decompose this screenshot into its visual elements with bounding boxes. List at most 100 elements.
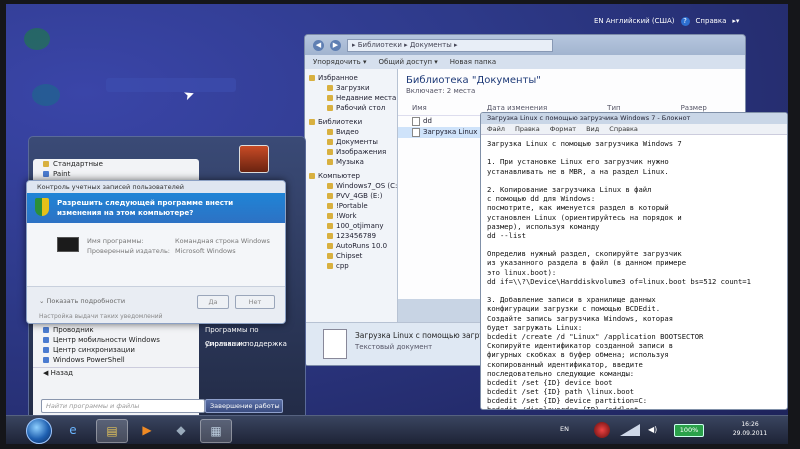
tray-language[interactable]: EN (560, 425, 569, 433)
text-line: с помощью dd для Windows: (487, 194, 596, 204)
notepad-window: Загрузка Linux с помощью загрузчика Wind… (480, 112, 788, 410)
text-line: будет загружать Linux: (487, 322, 583, 332)
forward-arrow-icon[interactable]: ▶ (330, 39, 341, 51)
help-icon[interactable]: ? (680, 16, 690, 26)
user-picture[interactable] (239, 145, 269, 173)
text-line: установлен Linux (ориентируйтесь на поря… (487, 212, 682, 222)
start-button[interactable] (26, 418, 52, 444)
nav-item[interactable]: !Portable (305, 201, 397, 211)
nav-item[interactable]: Изображения (305, 147, 397, 157)
folder-icon (327, 203, 333, 209)
text-file-icon (412, 127, 420, 137)
text-line: посмотрите, как именуется раздел в котор… (487, 203, 669, 213)
library-subtitle[interactable]: Включает: 2 места (398, 86, 745, 96)
shutdown-button[interactable]: Завершение работы ▸ (205, 399, 283, 421)
nav-item[interactable]: Избранное (305, 73, 397, 83)
nav-item[interactable]: Загрузки (305, 83, 397, 93)
nav-item[interactable]: Chipset (305, 251, 397, 261)
menu-format[interactable]: Формат (550, 124, 576, 134)
details-file-type: Текстовый документ (355, 343, 433, 351)
desktop-icon[interactable] (32, 84, 60, 106)
ie-icon: e (69, 423, 77, 437)
back-label: Назад (50, 369, 74, 377)
address-path[interactable]: ▸ Библиотеки ▸ Документы ▸ (347, 38, 553, 52)
yes-button[interactable]: Да (197, 295, 229, 309)
text-line: конфигурации загрузки с помощью BCDEdit. (487, 304, 661, 314)
nav-item[interactable]: Видео (305, 127, 397, 137)
text-line: из указанного раздела в файл (в данном п… (487, 258, 687, 268)
desktop-icon[interactable] (24, 28, 50, 50)
nav-item[interactable]: Рабочий стол (305, 103, 397, 113)
file-name: dd (423, 117, 432, 125)
program-icon (43, 327, 49, 333)
no-button[interactable]: Нет (235, 295, 275, 309)
nav-item[interactable]: cpp (305, 261, 397, 271)
langbar-options-icon[interactable]: ▸▾ (732, 17, 739, 25)
back-arrow-icon[interactable]: ◀ (313, 39, 324, 51)
toolbar-share[interactable]: Общий доступ ▾ (379, 58, 438, 66)
nav-item[interactable]: Недавние места (305, 93, 397, 103)
clock[interactable]: 16:26 29.09.2011 (724, 420, 776, 438)
uac-question: Разрешить следующей программе внести изм… (57, 198, 234, 217)
taskbar-media-player[interactable]: ▶ (132, 419, 162, 441)
menu-help[interactable]: Справка (609, 124, 638, 134)
program-label: Paint (53, 170, 71, 178)
help-support-link[interactable]: Справка и поддержка (205, 337, 301, 351)
help-label[interactable]: Справка (696, 17, 727, 25)
taskbar-ie[interactable]: e (58, 419, 88, 441)
nav-item[interactable]: Компьютер (305, 171, 397, 181)
menu-edit[interactable]: Правка (515, 124, 540, 134)
nav-item[interactable]: Библиотеки (305, 117, 397, 127)
taskbar-explorer[interactable]: ▤ (96, 419, 128, 443)
program-paint[interactable]: Paint (33, 169, 199, 179)
back-arrow-icon: ◀ (43, 369, 51, 377)
toolbar-new-folder[interactable]: Новая папка (450, 58, 496, 66)
network-icon[interactable] (594, 422, 610, 438)
nav-item[interactable]: Windows7_OS (C:) (305, 181, 400, 191)
signal-strength-icon[interactable] (620, 424, 640, 436)
nav-item-label: Рабочий стол (336, 104, 386, 112)
menu-view[interactable]: Вид (586, 124, 599, 134)
nav-item-label: cpp (336, 262, 349, 270)
nav-item[interactable]: AutoRuns 10.0 (305, 241, 397, 251)
text-line: Определив нужный раздел, скопируйте загр… (487, 249, 682, 259)
program-item[interactable]: Проводник (33, 325, 199, 335)
notepad-text-area[interactable]: Загрузка Linux с помощью загрузчика Wind… (481, 135, 787, 409)
nav-item-label: !Portable (336, 202, 368, 210)
back-button[interactable]: ◀ Назад (33, 367, 199, 378)
uac-settings-link[interactable]: Настройка выдачи таких уведомлений (39, 313, 163, 320)
program-item[interactable]: Центр синхронизации (33, 345, 199, 355)
toolbar-organize[interactable]: Упорядочить ▾ (313, 58, 367, 66)
program-label: Центр мобильности Windows (53, 336, 160, 344)
program-folder-accessories[interactable]: Стандартные (33, 159, 199, 169)
text-line: последовательно следующие команды: (487, 368, 635, 378)
paint-icon (43, 171, 49, 177)
text-line: bcdedit /set {ID} device boot (487, 377, 613, 387)
show-details-toggle[interactable]: ⌄ Показать подробности (39, 297, 125, 305)
nav-item-label: Видео (336, 128, 359, 136)
text-line: фигурных скобках в буфер обмена; использ… (487, 350, 669, 360)
program-item[interactable]: Windows PowerShell (33, 355, 199, 365)
nav-item[interactable]: Документы (305, 137, 397, 147)
program-item[interactable]: Центр мобильности Windows (33, 335, 199, 345)
default-programs-link[interactable]: Программы по умолчанию (205, 323, 301, 348)
clock-time: 16:26 (741, 421, 759, 428)
text-line: 2. Копирование загрузчика Linux в файл (487, 184, 652, 194)
nav-item[interactable]: Музыка (305, 157, 397, 167)
menu-file[interactable]: Файл (487, 124, 505, 134)
column-name[interactable]: Имя (412, 104, 427, 115)
language-indicator[interactable]: EN Английский (США) (594, 17, 675, 25)
speaker-icon[interactable]: ◀) (648, 425, 657, 434)
nav-item[interactable]: 123456789 (305, 231, 397, 241)
taskbar-app[interactable]: ◆ (166, 419, 196, 441)
nav-item-label: Загрузки (336, 84, 370, 92)
battery-indicator[interactable]: 100% (674, 424, 704, 437)
nav-item[interactable]: !Work (305, 211, 397, 221)
navigation-pane: Избранное Загрузки Недавние места Рабочий с… (305, 69, 400, 365)
search-input[interactable]: Найти программы и файлы (41, 399, 205, 413)
text-line (487, 148, 781, 157)
nav-item[interactable]: PVV_4GB (E:) (305, 191, 397, 201)
publisher-label: Проверенный издатель: (87, 247, 170, 255)
taskbar-notepad[interactable]: ▦ (200, 419, 232, 443)
nav-item[interactable]: 100_otjimany (305, 221, 397, 231)
